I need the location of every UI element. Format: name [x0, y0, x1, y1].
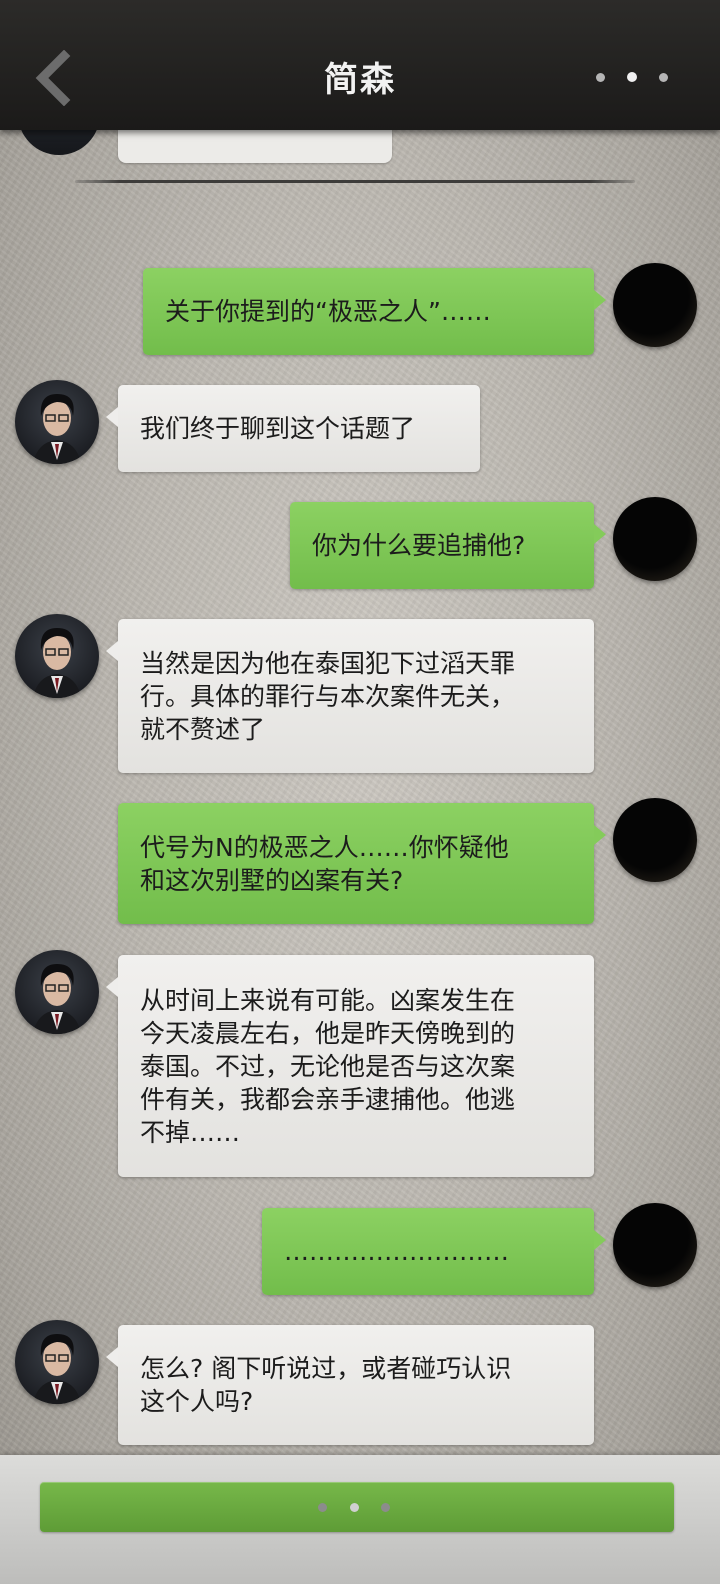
player-avatar[interactable]: [613, 798, 697, 882]
typing-dots-icon: [318, 1500, 390, 1514]
player-message-bubble: ………………………: [262, 1208, 606, 1295]
more-dots-icon: [596, 72, 605, 82]
player-message-bubble: 代号为N的极恶之人……你怀疑他 和这次别墅的凶案有关?: [118, 803, 606, 924]
message-text: 从时间上来说有可能。凶案发生在 今天凌晨左右，他是昨天傍晚到的 泰国。不过，无论…: [140, 985, 516, 1147]
history-divider: [75, 180, 635, 183]
message-text: 代号为N的极恶之人……你怀疑他 和这次别墅的凶案有关?: [140, 832, 509, 895]
npc-message-bubble: 怎么? 阁下听说过，或者碰巧认识 这个人吗?: [106, 1325, 594, 1445]
player-avatar[interactable]: [613, 497, 697, 581]
avatar-portrait-icon: [33, 1334, 81, 1404]
message-text: 当然是因为他在泰国犯下过滔天罪 行。具体的罪行与本次案件无关， 就不赘述了: [140, 648, 516, 744]
header-bar: 简森: [0, 0, 720, 130]
message-text: 你为什么要追捕他?: [312, 531, 526, 560]
avatar-portrait-icon: [33, 964, 81, 1034]
npc-avatar[interactable]: [15, 380, 99, 464]
player-avatar[interactable]: [613, 263, 697, 347]
npc-avatar[interactable]: [15, 614, 99, 698]
npc-avatar[interactable]: [15, 1320, 99, 1404]
npc-message-bubble: 从时间上来说有可能。凶案发生在 今天凌晨左右，他是昨天傍晚到的 泰国。不过，无论…: [106, 955, 594, 1177]
avatar-portrait-icon: [33, 628, 81, 698]
npc-message-bubble: 当然是因为他在泰国犯下过滔天罪 行。具体的罪行与本次案件无关， 就不赘述了: [106, 619, 594, 773]
more-button[interactable]: [596, 66, 668, 88]
npc-message-bubble: 我们终于聊到这个话题了: [106, 385, 480, 472]
player-avatar[interactable]: [613, 1203, 697, 1287]
message-text: 关于你提到的“极恶之人”……: [165, 297, 491, 326]
message-text: 我们终于聊到这个话题了: [140, 414, 416, 443]
player-message-bubble: 你为什么要追捕他?: [290, 502, 606, 589]
npc-avatar[interactable]: [15, 950, 99, 1034]
avatar-portrait-icon: [33, 394, 81, 464]
player-message-bubble: 关于你提到的“极恶之人”……: [143, 268, 606, 355]
message-text: ………………………: [284, 1237, 509, 1266]
message-text: 怎么? 阁下听说过，或者碰巧认识 这个人吗?: [140, 1354, 512, 1416]
